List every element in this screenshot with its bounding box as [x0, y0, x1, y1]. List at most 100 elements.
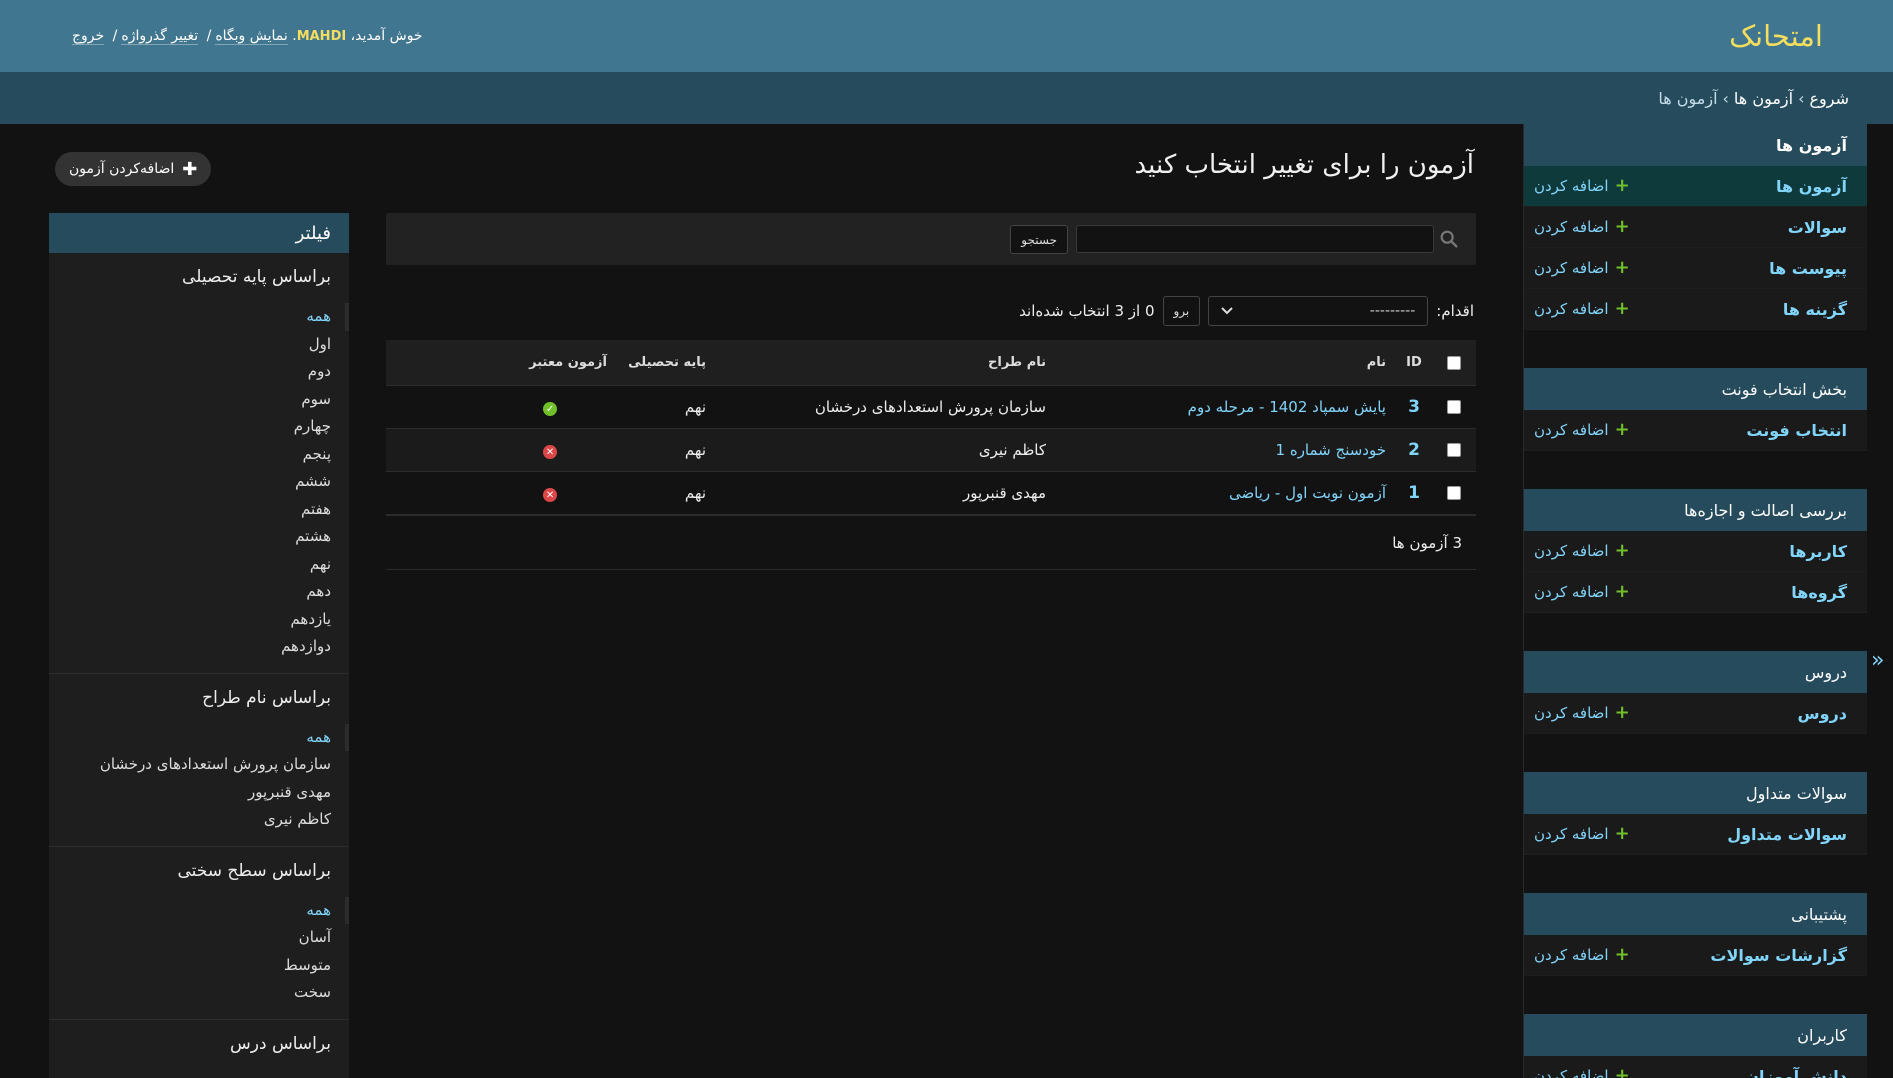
filter-option[interactable]: چهارم	[49, 413, 349, 441]
search-button[interactable]: جستجو	[1010, 225, 1068, 254]
nav-add-link[interactable]: + اضافه کردن	[1534, 946, 1630, 965]
nav-add-link[interactable]: + اضافه کردن	[1534, 704, 1630, 723]
nav-model-link[interactable]: دانش آموزان	[1745, 1067, 1847, 1078]
nav-add-label: اضافه کردن	[1534, 421, 1609, 439]
filter-option[interactable]: سازمان پرورش استعدادهای درخشان	[49, 751, 349, 779]
filter-option[interactable]: سخت	[49, 979, 349, 1007]
nav-add-link[interactable]: + اضافه کردن	[1534, 1067, 1630, 1078]
nav-module-caption[interactable]: بررسی اصالت و اجازه‌ها	[1524, 489, 1867, 531]
column-header-id[interactable]: ID	[1396, 355, 1432, 370]
row-select-checkbox[interactable]	[1447, 486, 1461, 500]
nav-add-link[interactable]: + اضافه کردن	[1534, 421, 1630, 440]
chevron-down-icon	[1221, 307, 1233, 315]
filter-option[interactable]: مهدی قنبرپور	[49, 779, 349, 807]
nav-add-link[interactable]: + اضافه کردن	[1534, 218, 1630, 237]
nav-module-caption[interactable]: کاربران	[1524, 1014, 1867, 1056]
nav-model-link[interactable]: گروه‌ها	[1791, 583, 1847, 602]
nav-module-caption[interactable]: بخش انتخاب فونت	[1524, 368, 1867, 410]
row-name-link[interactable]: خودسنج شماره 1	[1276, 441, 1386, 459]
toggle-nav-sidebar-icon[interactable]: «	[1871, 648, 1884, 673]
filter-option[interactable]: همه	[49, 303, 349, 331]
filter-option[interactable]: سوم	[49, 386, 349, 414]
filter-option[interactable]: آسان	[49, 924, 349, 952]
paginator: 3 آزمون ها	[386, 515, 1476, 570]
row-grade: نهم	[684, 398, 706, 416]
row-id-link[interactable]: 1	[1408, 483, 1420, 503]
nav-module-caption[interactable]: دروس	[1524, 651, 1867, 693]
column-header-designer[interactable]: نام طراح	[716, 355, 1056, 370]
filter-option[interactable]: یازدهم	[49, 606, 349, 634]
filter-option[interactable]: متوسط	[49, 952, 349, 980]
icon-no-icon: ✕	[543, 488, 557, 503]
add-exam-button[interactable]: ✚ اضافه‌کردن آزمون	[55, 152, 212, 186]
action-select[interactable]: ---------	[1208, 296, 1429, 326]
nav-model-link[interactable]: انتخاب فونت	[1746, 421, 1847, 440]
filter-option[interactable]: ششم	[49, 468, 349, 496]
nav-model-link[interactable]: سوالات متداول	[1727, 825, 1847, 844]
username: MAHDI	[296, 29, 347, 44]
nav-model-link[interactable]: گزارشات سوالات	[1710, 946, 1847, 965]
breadcrumb-app[interactable]: آزمون ها	[1734, 89, 1793, 108]
nav-module-caption[interactable]: سوالات متداول	[1524, 772, 1867, 814]
nav-model-row: پیوست ها + اضافه کردن	[1524, 248, 1867, 289]
nav-model-row: کاربرها + اضافه کردن	[1524, 531, 1867, 572]
nav-module-caption[interactable]: پشتیبانی	[1524, 893, 1867, 935]
nav-add-label: اضافه کردن	[1534, 177, 1609, 195]
filter-option[interactable]: نهم	[49, 551, 349, 579]
breadcrumb-home[interactable]: شروع	[1809, 89, 1849, 108]
filter-option[interactable]: همه	[49, 723, 349, 751]
user-tools: خوش آمدید، MAHDI. نمایش وبگاه/ تغییر گذر…	[72, 28, 423, 45]
row-id-link[interactable]: 3	[1408, 397, 1420, 417]
filter-option[interactable]: پنجم	[49, 441, 349, 469]
search-input[interactable]	[1076, 225, 1434, 253]
nav-add-link[interactable]: + اضافه کردن	[1534, 300, 1630, 319]
nav-module: آزمون ها آزمون ها + اضافه کردن سوالات + اضافه …	[1524, 124, 1867, 330]
nav-model-link[interactable]: آزمون ها	[1776, 177, 1847, 196]
row-select-checkbox[interactable]	[1447, 400, 1461, 414]
nav-add-link[interactable]: + اضافه کردن	[1534, 825, 1630, 844]
column-header-valid[interactable]: آزمون معتبر	[386, 355, 621, 370]
nav-model-link[interactable]: پیوست ها	[1769, 259, 1847, 278]
logout-link[interactable]: خروج	[72, 28, 105, 45]
filter-option[interactable]: همه	[49, 896, 349, 924]
filter-title: فیلتر	[49, 213, 349, 253]
nav-module-caption[interactable]: آزمون ها	[1524, 124, 1867, 166]
row-select-checkbox[interactable]	[1447, 443, 1461, 457]
table-row: 3 پایش سمپاد 1402 - مرحله دوم سازمان پرورش…	[386, 386, 1476, 429]
nav-add-link[interactable]: + اضافه کردن	[1534, 259, 1630, 278]
filter-option[interactable]: کاظم نیری	[49, 806, 349, 834]
column-header-name[interactable]: نام	[1056, 355, 1396, 370]
filter-group: براساس نام طراح همه سازمان پرورش استعدادها…	[49, 674, 349, 847]
table-header-row: ID نام نام طراح پایه تحصیلی آزمون معتبر	[386, 340, 1476, 386]
filter-option[interactable]: دهم	[49, 578, 349, 606]
nav-model-link[interactable]: گزینه ها	[1783, 300, 1847, 319]
filter-option[interactable]: هشتم	[49, 523, 349, 551]
filter-group: براساس پایه تحصیلی همه اول دوم سوم چهارم پنجم ش…	[49, 253, 349, 674]
filter-option[interactable]: اول	[49, 331, 349, 359]
filter-option[interactable]: هفتم	[49, 496, 349, 524]
filter-option[interactable]: دوم	[49, 358, 349, 386]
nav-model-link[interactable]: سوالات	[1788, 218, 1847, 237]
nav-model-link[interactable]: کاربرها	[1789, 542, 1847, 561]
plus-icon: +	[1614, 175, 1630, 196]
select-all-checkbox[interactable]	[1447, 355, 1461, 370]
view-site-link[interactable]: نمایش وبگاه	[215, 28, 288, 45]
nav-add-label: اضافه کردن	[1534, 300, 1609, 318]
row-id-link[interactable]: 2	[1408, 440, 1420, 460]
nav-add-link[interactable]: + اضافه کردن	[1534, 583, 1630, 602]
column-header-grade[interactable]: پایه تحصیلی	[621, 355, 716, 370]
nav-add-link[interactable]: + اضافه کردن	[1534, 542, 1630, 561]
plus-icon: ✚	[182, 158, 198, 180]
plus-icon: +	[1614, 1065, 1630, 1078]
nav-module: کاربران دانش آموزان + اضافه کردن	[1524, 1014, 1867, 1078]
nav-model-row: آزمون ها + اضافه کردن	[1524, 166, 1867, 207]
nav-model-link[interactable]: دروس	[1798, 704, 1847, 723]
filter-option[interactable]: دوازدهم	[49, 633, 349, 661]
row-grade: نهم	[684, 484, 706, 502]
go-button[interactable]: برو	[1162, 296, 1201, 326]
row-name-link[interactable]: آزمون نوبت اول - ریاضی	[1229, 484, 1386, 502]
row-name-link[interactable]: پایش سمپاد 1402 - مرحله دوم	[1188, 398, 1386, 416]
site-branding[interactable]: امتحانک	[1729, 19, 1823, 53]
change-password-link[interactable]: تغییر گذرواژه	[121, 28, 199, 45]
nav-add-link[interactable]: + اضافه کردن	[1534, 175, 1630, 196]
